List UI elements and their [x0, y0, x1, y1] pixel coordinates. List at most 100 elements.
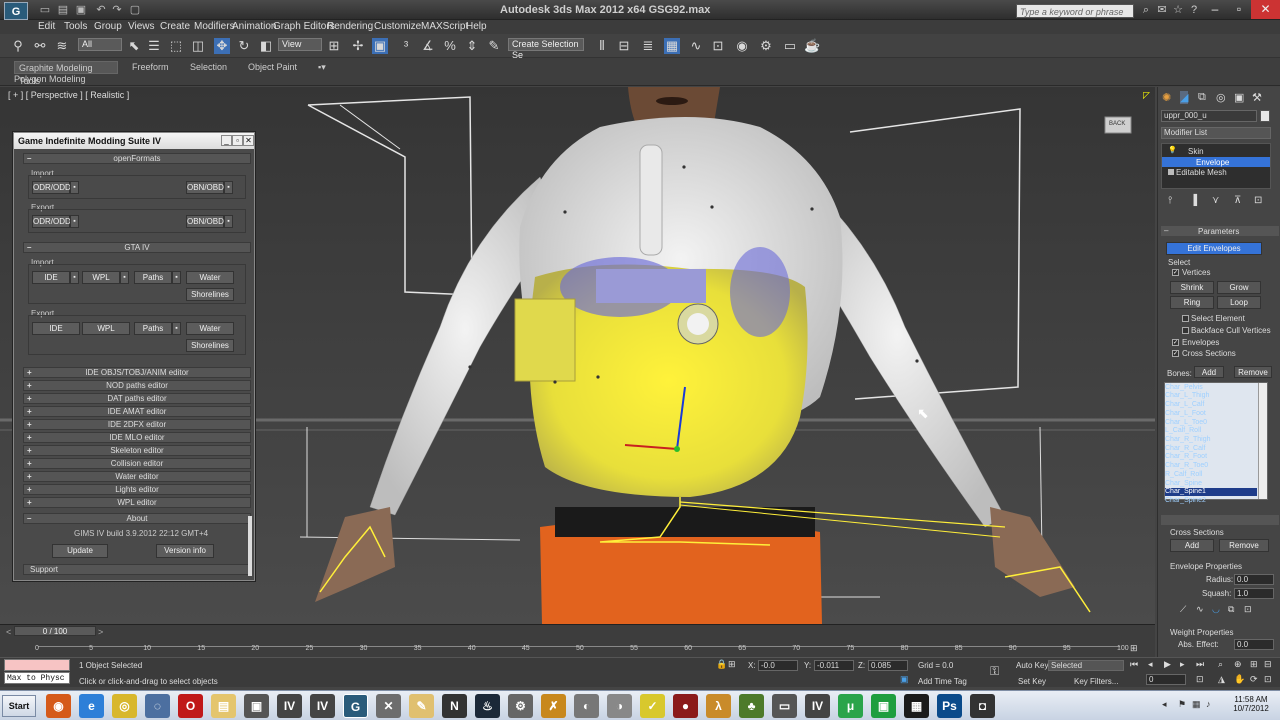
- list-item[interactable]: Char_R_Foot: [1165, 453, 1257, 461]
- go-to-start-icon[interactable]: ⏮: [1130, 659, 1138, 670]
- zoom-extents-icon[interactable]: ⊞: [1250, 659, 1258, 670]
- maxscript-listener-pink[interactable]: [4, 659, 70, 671]
- tab-freeform[interactable]: Freeform: [128, 61, 173, 74]
- editor-water[interactable]: + Water editor: [23, 471, 251, 482]
- select-and-manipulate-icon[interactable]: ✢: [350, 38, 366, 54]
- utilities-tab-icon[interactable]: ⚒: [1252, 91, 1262, 104]
- about-rollout[interactable]: – About: [23, 513, 251, 524]
- light-bulb-icon[interactable]: 💡: [1168, 146, 1177, 154]
- x-tool-icon[interactable]: ✗: [541, 694, 566, 718]
- named-selection-dropdown[interactable]: Create Selection Se: [508, 38, 584, 60]
- gta-import-ide-options[interactable]: ▪: [70, 271, 79, 284]
- relative-icon[interactable]: ∿: [1196, 604, 1204, 615]
- editor-wpl[interactable]: + WPL editor: [23, 497, 251, 508]
- favorites-icon[interactable]: ☆: [1171, 3, 1185, 17]
- maximize-viewport-icon[interactable]: ◸: [1143, 90, 1150, 101]
- menu-modifiers[interactable]: Modifiers: [194, 21, 235, 32]
- gamepad-icon[interactable]: ◐: [574, 694, 599, 718]
- loop-button[interactable]: Loop: [1217, 296, 1261, 309]
- bones-add-button[interactable]: Add: [1194, 366, 1224, 378]
- controller-icon[interactable]: ◑: [607, 694, 632, 718]
- internet-explorer-icon[interactable]: e: [79, 694, 104, 718]
- tool-x-icon[interactable]: ✕: [376, 694, 401, 718]
- tray-volume-icon[interactable]: ♪: [1206, 699, 1211, 709]
- bones-list-scrollbar[interactable]: [1258, 383, 1267, 499]
- reference-coordinate-dropdown[interactable]: View: [278, 38, 322, 51]
- squash-spinner[interactable]: 1.0: [1234, 588, 1274, 599]
- tab-object-paint[interactable]: Object Paint: [244, 61, 301, 74]
- maxscript-listener[interactable]: Max to Physc: [4, 672, 70, 684]
- create-tab-icon[interactable]: ✺: [1162, 91, 1171, 104]
- menu-edit[interactable]: Edit: [38, 21, 55, 32]
- export-odr-options[interactable]: ▪: [70, 215, 79, 228]
- media-icon[interactable]: ⚙: [508, 694, 533, 718]
- record-icon[interactable]: ●: [673, 694, 698, 718]
- configure-sets-icon[interactable]: ⊡: [1254, 195, 1262, 206]
- gta-export-water-button[interactable]: Water: [186, 322, 234, 335]
- editor-ide-amat[interactable]: + IDE AMAT editor: [23, 406, 251, 417]
- selection-filter-dropdown[interactable]: All: [78, 38, 122, 51]
- new-file-icon[interactable]: ▭: [38, 3, 52, 17]
- rendered-frame-icon[interactable]: ▭: [782, 38, 798, 54]
- snaps-toggle-icon[interactable]: ³: [398, 38, 414, 54]
- list-item[interactable]: Char_R_Toe0: [1165, 462, 1257, 470]
- list-item[interactable]: Char_Pelvis: [1165, 384, 1257, 392]
- import-obn-options[interactable]: ▪: [224, 181, 233, 194]
- edit-envelopes-button[interactable]: Edit Envelopes: [1166, 242, 1262, 255]
- list-item[interactable]: Char_R_Thigh: [1165, 436, 1257, 444]
- modify-tab-icon[interactable]: ◢: [1180, 91, 1189, 104]
- half-life-icon[interactable]: λ: [706, 694, 731, 718]
- hierarchy-tab-icon[interactable]: ⧉: [1198, 91, 1206, 104]
- panel-minimize-button[interactable]: _: [221, 135, 232, 146]
- paste-icon[interactable]: ⊡: [1244, 604, 1252, 615]
- chrome-icon[interactable]: ◎: [112, 694, 137, 718]
- zoom-extents-all-icon[interactable]: ⊟: [1264, 659, 1272, 670]
- gta-app-icon[interactable]: ▣: [244, 694, 269, 718]
- menu-graph-editors[interactable]: Graph Editors: [273, 21, 335, 32]
- import-odr-options[interactable]: ▪: [70, 181, 79, 194]
- tray-arrow-icon[interactable]: ◂: [1162, 699, 1167, 710]
- tray-network-icon[interactable]: ▦: [1192, 699, 1201, 710]
- curve-editor-icon[interactable]: ∿: [688, 38, 704, 54]
- version-info-button[interactable]: Version info: [156, 544, 214, 558]
- zoom-icon[interactable]: ⌕: [1218, 659, 1223, 670]
- field-of-view-icon[interactable]: ◮: [1218, 674, 1225, 685]
- support-rollout[interactable]: Support: [23, 564, 251, 575]
- edit-named-selection-icon[interactable]: ✎: [486, 38, 502, 54]
- list-item[interactable]: Char_L_Thigh: [1165, 392, 1257, 400]
- list-item[interactable]: L_Calf_Roll: [1165, 427, 1257, 435]
- select-and-move-icon[interactable]: ✥: [214, 38, 230, 54]
- minimize-button[interactable]: –: [1203, 0, 1227, 19]
- stack-skin[interactable]: Skin: [1188, 147, 1204, 156]
- select-and-scale-icon[interactable]: ◧: [258, 38, 274, 54]
- play-icon[interactable]: ▶: [1164, 659, 1171, 670]
- clipboard-icon[interactable]: ▭: [772, 694, 797, 718]
- network-icon[interactable]: ◌: [145, 694, 170, 718]
- gta-export-ide-button[interactable]: IDE: [32, 322, 80, 335]
- mirror-icon[interactable]: ⫴: [594, 38, 610, 54]
- gta-import-wpl-options[interactable]: ▪: [120, 271, 129, 284]
- time-tag-icon[interactable]: ▣: [900, 674, 909, 685]
- angle-snap-icon[interactable]: ∡: [420, 38, 436, 54]
- close-button[interactable]: ✕: [1251, 0, 1280, 19]
- key-filters-button[interactable]: Key Filters...: [1074, 677, 1118, 686]
- menu-animation[interactable]: Animation: [232, 21, 276, 32]
- list-item[interactable]: Char_Spine: [1165, 480, 1257, 488]
- firefox-icon[interactable]: ◉: [46, 694, 71, 718]
- export-odr-button[interactable]: ODR/ODD: [32, 215, 71, 228]
- key-mode-dropdown[interactable]: Selected: [1048, 660, 1124, 671]
- previous-frame-icon[interactable]: ◂: [1148, 659, 1153, 670]
- editor-ide-objs[interactable]: + IDE OBJS/TOBJ/ANIM editor: [23, 367, 251, 378]
- motion-tab-icon[interactable]: ◎: [1216, 91, 1226, 104]
- gta-iv-eflc-icon[interactable]: IV: [310, 694, 335, 718]
- gta-iv-icon[interactable]: IV: [277, 694, 302, 718]
- modifier-list-dropdown[interactable]: Modifier List: [1161, 127, 1271, 139]
- tray-flag-icon[interactable]: ⚑: [1178, 699, 1186, 710]
- schematic-view-icon[interactable]: ⊡: [710, 38, 726, 54]
- time-slider-thumb[interactable]: 0 / 100: [14, 626, 96, 636]
- system-clock[interactable]: 11:58 AM 10/7/2012: [1226, 695, 1276, 713]
- editor-nod-paths[interactable]: + NOD paths editor: [23, 380, 251, 391]
- abs-effect-spinner[interactable]: 0.0: [1234, 639, 1274, 650]
- panel-scrollbar[interactable]: [248, 516, 252, 576]
- folder-icon[interactable]: ▤: [211, 694, 236, 718]
